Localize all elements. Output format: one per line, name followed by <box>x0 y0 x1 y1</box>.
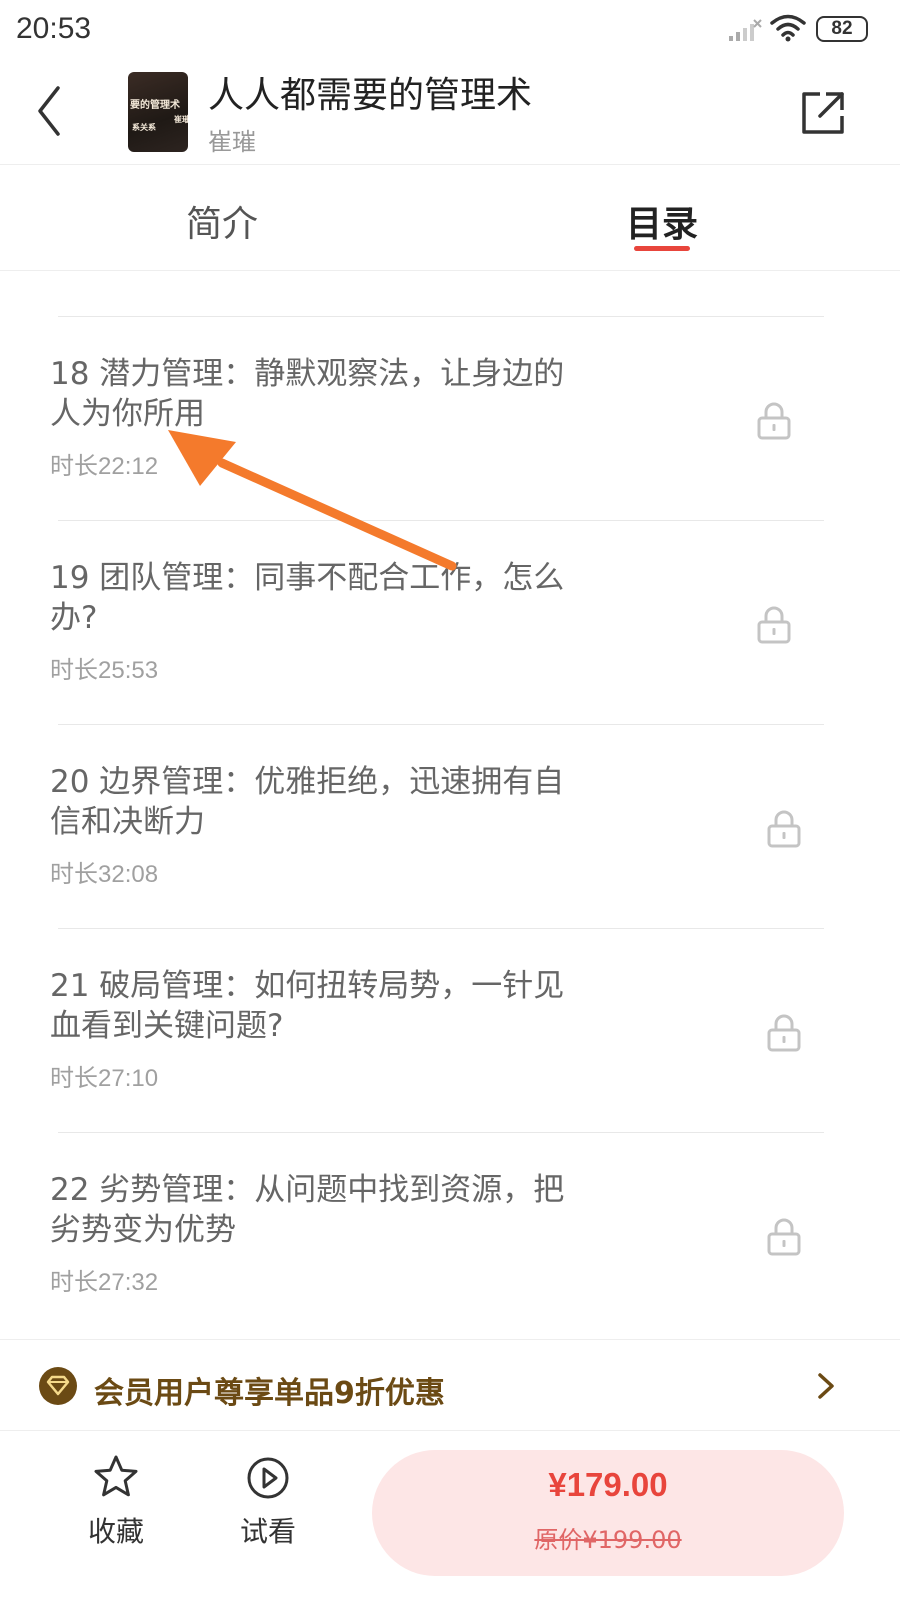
chapter-divider <box>58 724 824 725</box>
book-title: 人人都需要的管理术 <box>208 75 533 116</box>
cover-author-text: 崔璀 <box>174 115 188 124</box>
star-icon <box>94 1455 138 1497</box>
chapter-item[interactable]: 18 潜力管理：静默观察法，让身边的人为你所用 时长22:12 <box>0 316 900 520</box>
member-discount-text: 会员用户尊享单品9折优惠 <box>94 1376 445 1411</box>
book-cover[interactable]: 要的管理术 崔璀 系关系 <box>128 72 188 152</box>
cover-subtitle-text: 系关系 <box>132 123 156 132</box>
bottom-action-bar: 收藏 试看 ¥179.00 原价¥199.00 <box>0 1432 900 1600</box>
member-discount-banner[interactable]: 会员用户尊享单品9折优惠 <box>0 1339 900 1431</box>
back-arrow-icon[interactable] <box>26 80 76 142</box>
chapter-divider <box>58 1132 824 1133</box>
chapter-divider <box>58 928 824 929</box>
lock-icon <box>767 1218 801 1256</box>
chevron-right-icon <box>818 1373 834 1399</box>
tab-intro[interactable]: 简介 <box>186 195 258 247</box>
active-tab-indicator <box>634 246 690 251</box>
price: ¥179.00 <box>548 1466 668 1503</box>
chapter-duration: 时长22:12 <box>50 453 159 480</box>
preview-label: 试看 <box>239 1515 296 1548</box>
chapter-duration: 时长25:53 <box>50 657 159 684</box>
share-icon[interactable] <box>800 88 848 136</box>
chapter-title: 22 劣势管理：从问题中找到资源，把劣势变为优势 <box>50 1172 565 1248</box>
lock-icon <box>757 402 791 440</box>
status-bar: 20:53 82 <box>0 0 900 60</box>
chapter-item[interactable]: 22 劣势管理：从问题中找到资源，把劣势变为优势 时长27:32 <box>0 1132 900 1336</box>
tab-toc[interactable]: 目录 <box>626 195 698 247</box>
lock-icon <box>767 1014 801 1052</box>
chapter-title: 19 团队管理：同事不配合工作，怎么办? <box>50 560 565 636</box>
lock-icon <box>757 606 791 644</box>
chapter-list[interactable]: 18 潜力管理：静默观察法，让身边的人为你所用 时长22:12 19 团队管理：… <box>0 271 900 1339</box>
chapter-item[interactable]: 20 边界管理：优雅拒绝，迅速拥有自信和决断力 时长32:08 <box>0 724 900 928</box>
favorite-button[interactable]: 收藏 <box>66 1454 166 1564</box>
app-header: 要的管理术 崔璀 系关系 人人都需要的管理术 崔璀 <box>0 60 900 165</box>
favorite-label: 收藏 <box>87 1515 144 1548</box>
vip-diamond-icon <box>39 1367 77 1405</box>
preview-button[interactable]: 试看 <box>218 1454 318 1564</box>
play-circle-icon <box>247 1457 289 1499</box>
tab-bar: 简介 目录 <box>0 165 900 270</box>
chapter-title: 20 边界管理：优雅拒绝，迅速拥有自信和决断力 <box>50 764 565 840</box>
battery-icon: 82 <box>816 16 868 42</box>
buy-button[interactable]: ¥179.00 原价¥199.00 <box>372 1450 844 1576</box>
cover-title-text: 要的管理术 <box>130 100 180 111</box>
chapter-duration: 时长32:08 <box>50 861 159 888</box>
chapter-item[interactable]: 19 团队管理：同事不配合工作，怎么办? 时长25:53 <box>0 520 900 724</box>
chapter-duration: 时长27:32 <box>50 1269 159 1296</box>
lock-icon <box>767 810 801 848</box>
chapter-item[interactable]: 21 破局管理：如何扭转局势，一针见血看到关键问题? 时长27:10 <box>0 928 900 1132</box>
signal-icon <box>729 19 762 41</box>
original-price: 原价¥199.00 <box>534 1526 682 1554</box>
book-author[interactable]: 崔璀 <box>208 122 256 157</box>
wifi-icon <box>770 14 806 42</box>
chapter-divider <box>58 316 824 317</box>
chapter-duration: 时长27:10 <box>50 1065 159 1092</box>
chapter-title: 18 潜力管理：静默观察法，让身边的人为你所用 <box>50 356 565 432</box>
chapter-divider <box>58 520 824 521</box>
status-time: 20:53 <box>16 12 92 45</box>
chapter-title: 21 破局管理：如何扭转局势，一针见血看到关键问题? <box>50 968 565 1044</box>
